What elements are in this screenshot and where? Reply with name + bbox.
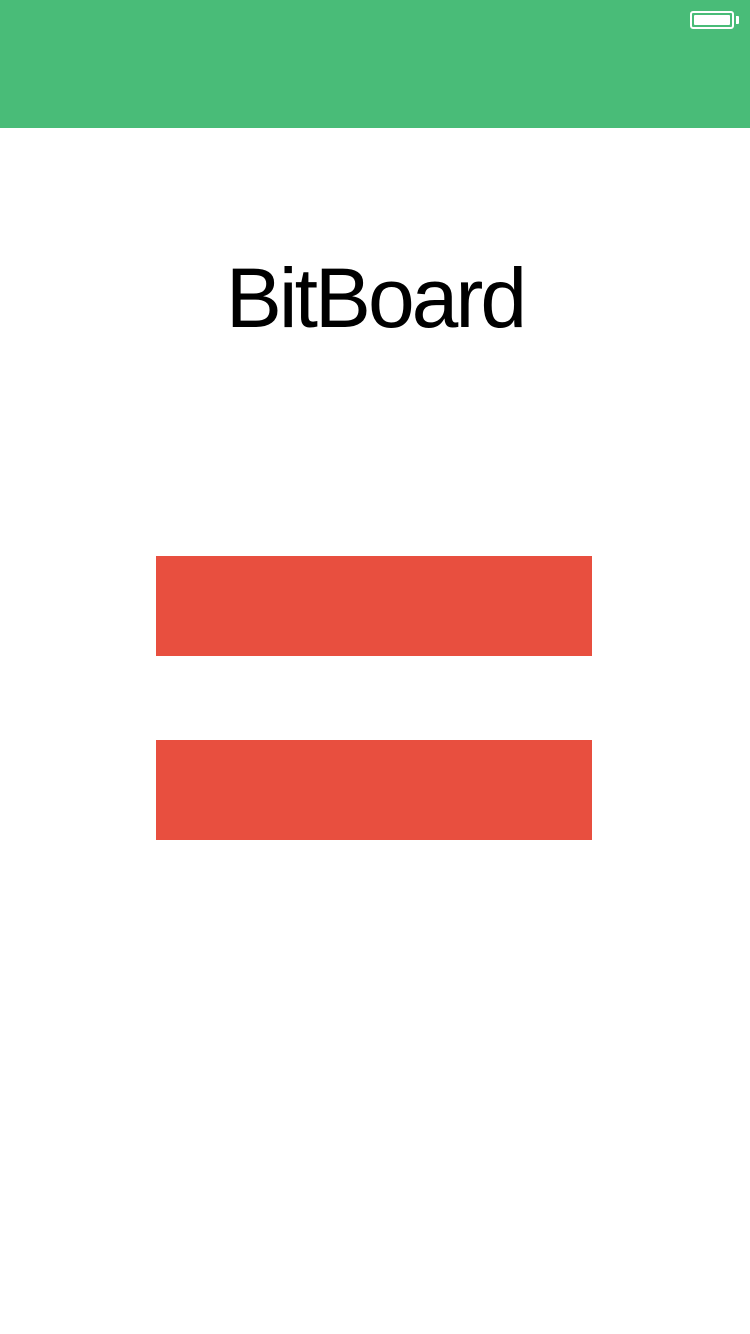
secondary-action-button[interactable] <box>156 740 592 840</box>
battery-level-fill <box>694 15 730 25</box>
app-title: BitBoard <box>225 251 527 345</box>
primary-action-button[interactable] <box>156 556 592 656</box>
battery-tip-icon <box>736 16 739 24</box>
top-header-bar <box>0 0 750 128</box>
battery-icon <box>690 11 734 29</box>
status-bar <box>0 0 750 40</box>
